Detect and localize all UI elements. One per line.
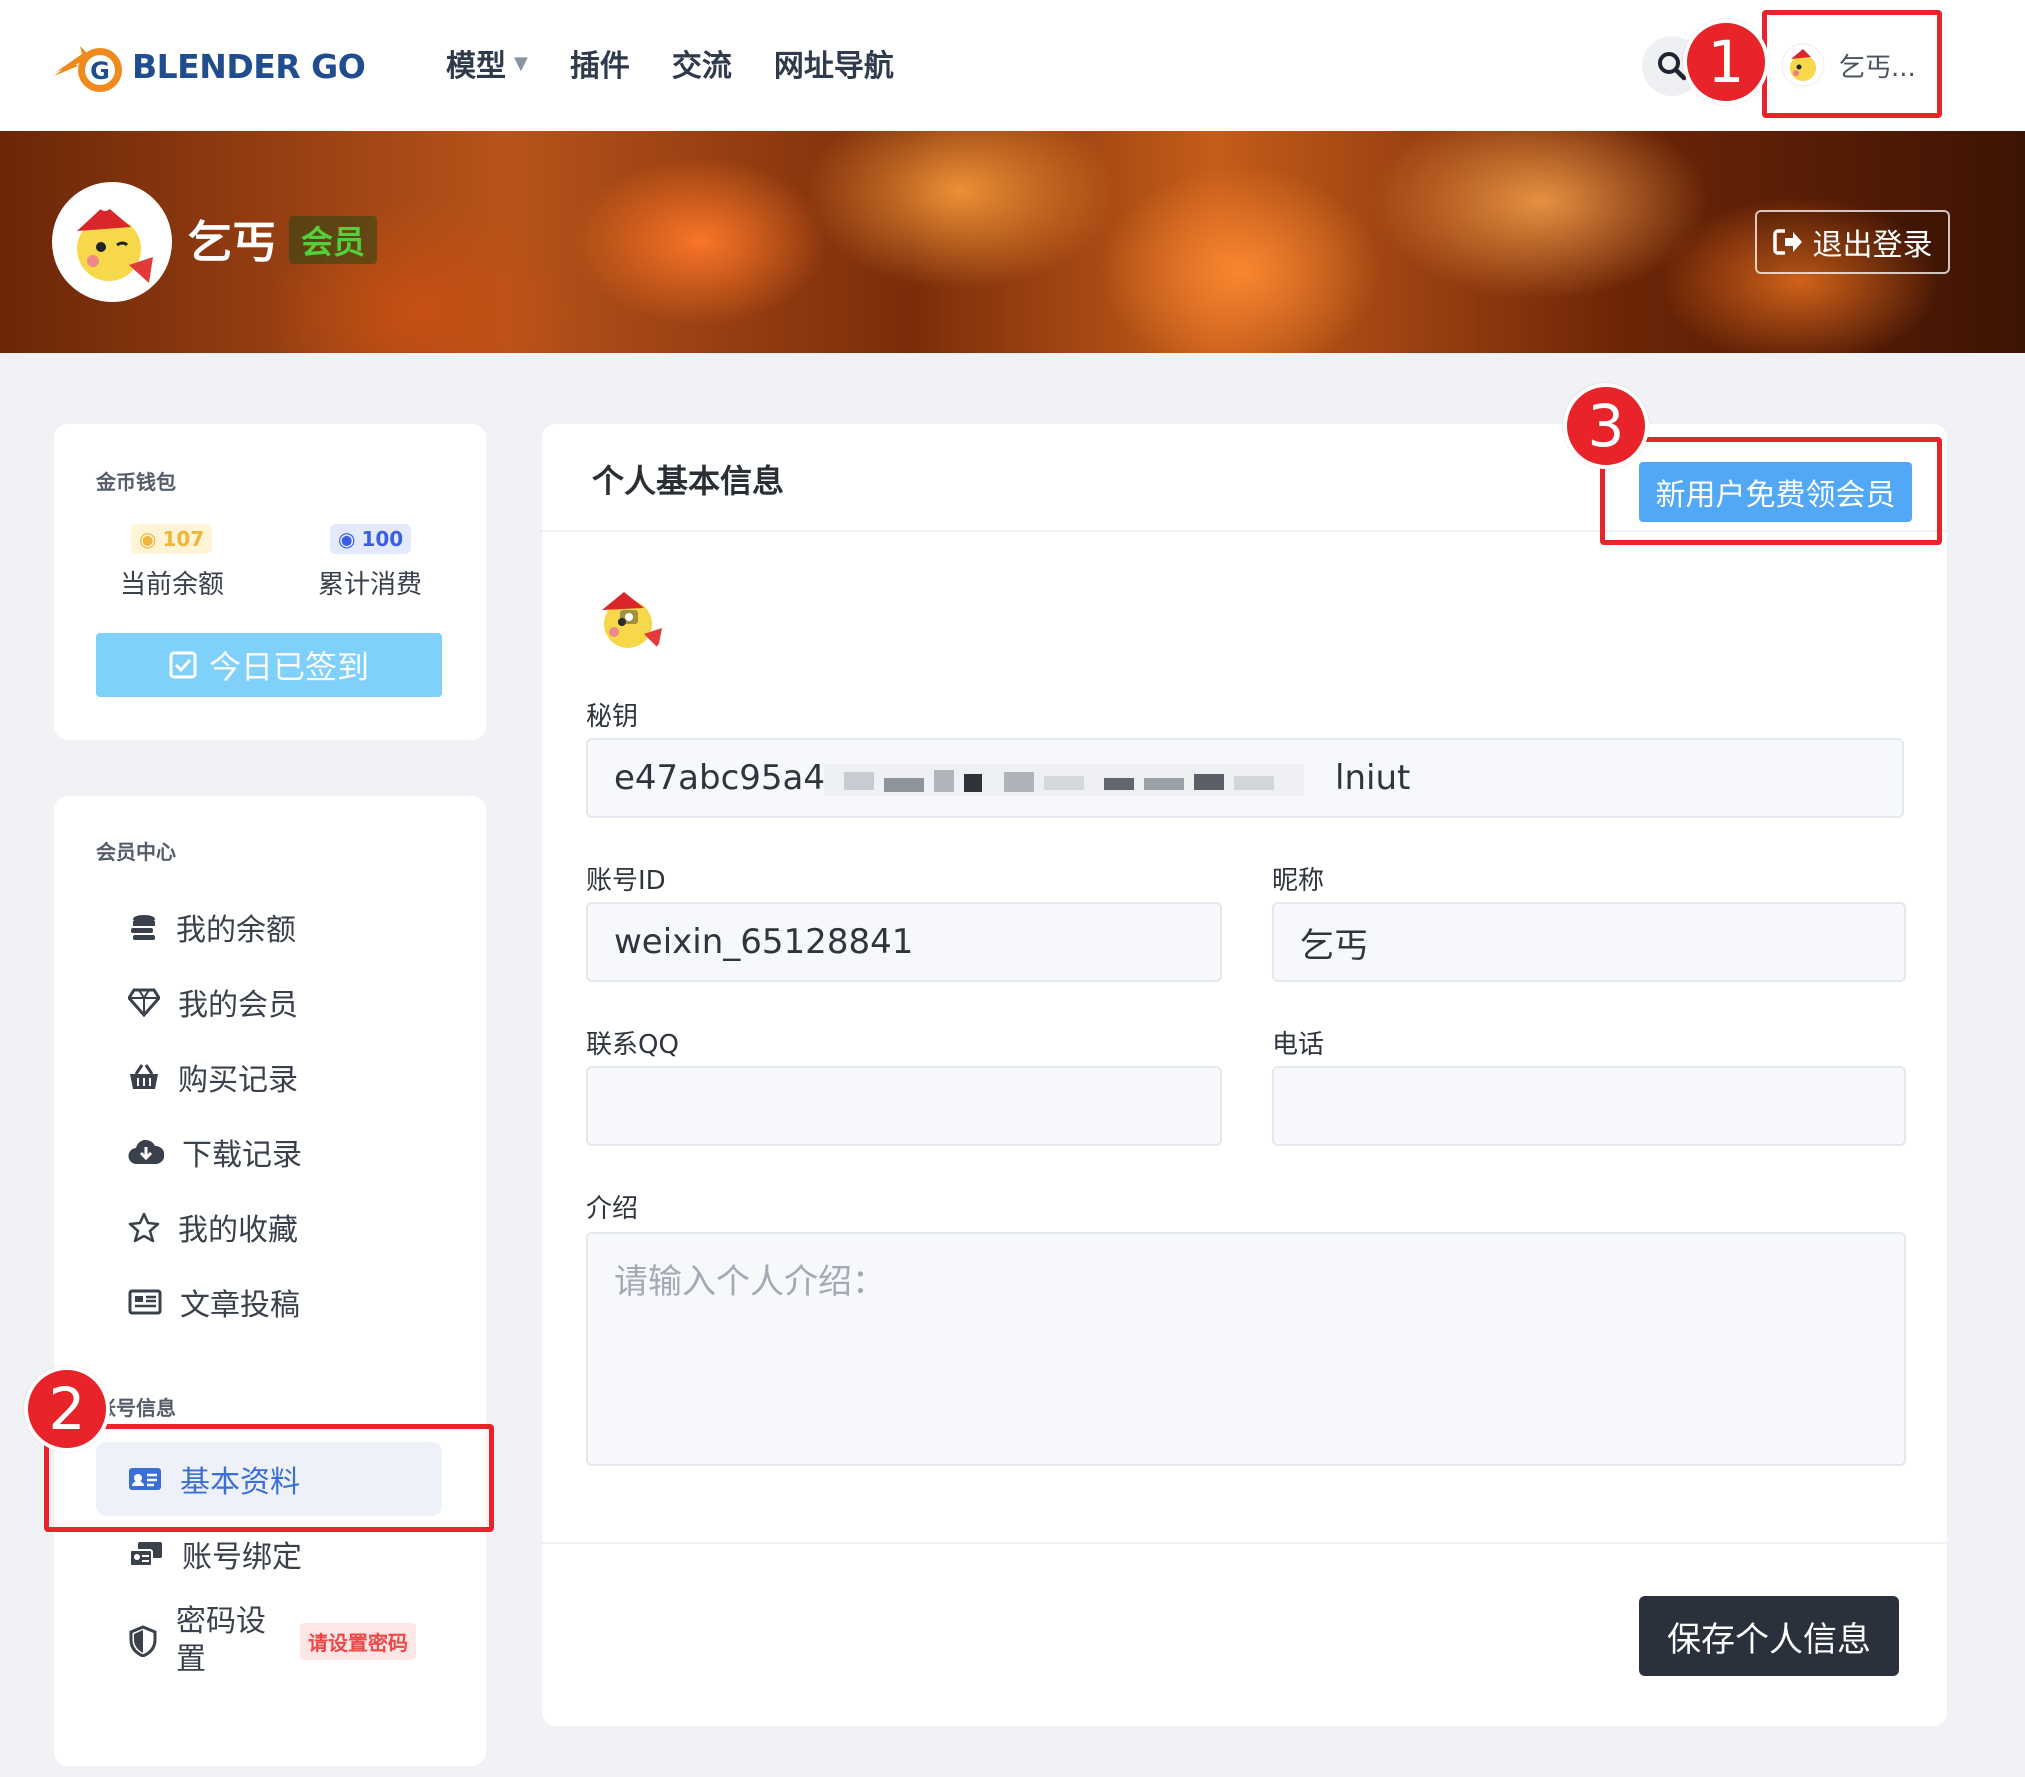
- sidebar-item-label: 密码设置: [176, 1604, 266, 1677]
- annotation-box-2: [44, 1424, 494, 1532]
- secret-key-value-end: lniut: [1335, 758, 1411, 798]
- qq-field[interactable]: [586, 1066, 1222, 1146]
- menu-section-title: 会员中心: [96, 840, 176, 864]
- logout-label: 退出登录: [1812, 228, 1933, 263]
- secret-key-label: 秘钥: [586, 702, 639, 732]
- svg-text:G: G: [90, 57, 110, 85]
- coins-icon: [131, 915, 155, 940]
- user-display-name: 乞丐: [188, 217, 276, 268]
- nav-item-site-navigation[interactable]: 网址导航: [774, 38, 894, 88]
- nav-item-plugins[interactable]: 插件: [570, 38, 630, 88]
- coins-icon: ◉: [139, 527, 157, 551]
- sidebar-item-label: 账号绑定: [182, 1540, 302, 1575]
- sidebar-item-downloads[interactable]: 下载记录: [96, 1115, 442, 1189]
- basket-icon: [130, 1064, 158, 1089]
- nickname-label: 昵称: [1272, 866, 1325, 896]
- balance-label: 当前余额: [120, 570, 225, 600]
- coins-icon: ◉: [338, 527, 356, 551]
- nav-item-community[interactable]: 交流: [672, 38, 732, 88]
- cloud-download-icon: [128, 1139, 164, 1165]
- logout-button[interactable]: 退出登录: [1755, 210, 1950, 274]
- secret-key-value-start: e47abc95a4: [614, 758, 826, 798]
- logout-icon: [1772, 229, 1802, 255]
- nav-item-label: 交流: [671, 49, 732, 84]
- annotation-marker-3: 3: [1563, 383, 1649, 469]
- sidebar-item-purchases[interactable]: 购买记录: [96, 1040, 442, 1114]
- phone-field[interactable]: [1272, 1066, 1906, 1146]
- secret-key-field[interactable]: e47abc95a4 lniut: [586, 738, 1904, 818]
- account-id-label: 账号ID: [586, 866, 666, 896]
- qq-label: 联系QQ: [586, 1030, 679, 1060]
- avatar-upload[interactable]: [590, 580, 668, 658]
- nickname-field[interactable]: 乞丐: [1272, 902, 1906, 982]
- page-title: 个人基本信息: [592, 462, 785, 500]
- site-name: BLENDER GO: [132, 46, 366, 86]
- site-logo[interactable]: G BLENDER GO: [52, 36, 366, 96]
- balance-value: 107: [162, 527, 205, 551]
- signin-label: 今日已签到: [208, 648, 369, 686]
- sidebar-item-password[interactable]: 密码设置 请设置密码: [96, 1596, 442, 1686]
- nav-item-label: 模型: [446, 49, 506, 84]
- spent-value: 100: [361, 527, 404, 551]
- nav-item-label: 网址导航: [773, 49, 894, 84]
- annotation-marker-1: 1: [1683, 19, 1769, 105]
- annotation-box-1: [1762, 10, 1942, 118]
- status-badge: 请设置密码: [300, 1622, 416, 1660]
- sidebar-item-label: 我的会员: [178, 988, 298, 1023]
- avatar-image: [57, 187, 167, 297]
- balance-badge: ◉ 107: [131, 524, 213, 554]
- wallet-card: 金币钱包 ◉ 107 ◉ 100 当前余额 累计消费 今日已签到: [54, 424, 486, 740]
- camera-icon: [625, 613, 633, 621]
- sidebar-item-favorites[interactable]: 我的收藏: [96, 1190, 442, 1264]
- sidebar-item-balance[interactable]: 我的余额: [96, 890, 442, 964]
- annotation-marker-2: 2: [24, 1366, 110, 1452]
- member-badge: 会员: [289, 216, 378, 264]
- intro-label: 介绍: [586, 1194, 639, 1224]
- avatar: [52, 182, 172, 302]
- sidebar-menu: 会员中心 我的余额 我的会员 购买记录 下载记录 我的收藏 文章投稿 账号信息 …: [54, 796, 486, 1766]
- redaction-blur: [824, 764, 1304, 796]
- intro-textarea[interactable]: 请输入个人介绍：: [586, 1232, 1906, 1466]
- annotation-box-3: [1600, 437, 1942, 545]
- blender-logo-icon: G: [54, 46, 122, 92]
- shield-icon: [129, 1625, 157, 1657]
- wallet-title: 金币钱包: [96, 470, 176, 494]
- divider: [542, 1542, 1947, 1544]
- sidebar-item-label: 我的收藏: [178, 1213, 298, 1248]
- main-nav: 模型 ▼ 插件 交流 网址导航: [446, 38, 894, 88]
- sidebar-item-label: 下载记录: [182, 1138, 302, 1173]
- link-account-icon: [129, 1542, 162, 1567]
- sidebar-item-label: 我的余额: [176, 913, 296, 948]
- sidebar-item-label: 购买记录: [178, 1063, 298, 1098]
- nav-item-label: 插件: [569, 49, 630, 84]
- avatar-image: [590, 580, 668, 658]
- sidebar-item-membership[interactable]: 我的会员: [96, 965, 442, 1039]
- nav-item-models[interactable]: 模型 ▼: [446, 38, 528, 88]
- diamond-icon: [128, 988, 160, 1017]
- checkbox-checked-icon: [169, 651, 197, 679]
- spent-label: 累计消费: [318, 570, 423, 600]
- spent-badge: ◉ 100: [330, 524, 412, 554]
- sidebar-item-label: 文章投稿: [180, 1288, 300, 1323]
- chevron-down-icon: ▼: [514, 52, 528, 74]
- sidebar-item-articles[interactable]: 文章投稿: [96, 1265, 442, 1339]
- phone-label: 电话: [1272, 1030, 1325, 1060]
- daily-signin-button[interactable]: 今日已签到: [96, 633, 442, 697]
- account-id-field[interactable]: weixin_65128841: [586, 902, 1222, 982]
- newspaper-icon: [128, 1289, 162, 1315]
- save-profile-button[interactable]: 保存个人信息: [1639, 1596, 1899, 1676]
- profile-form-card: 个人基本信息 新用户免费领会员 秘钥 e47abc95a4 lniut 账号ID…: [542, 424, 1947, 1726]
- star-icon: [128, 1212, 160, 1242]
